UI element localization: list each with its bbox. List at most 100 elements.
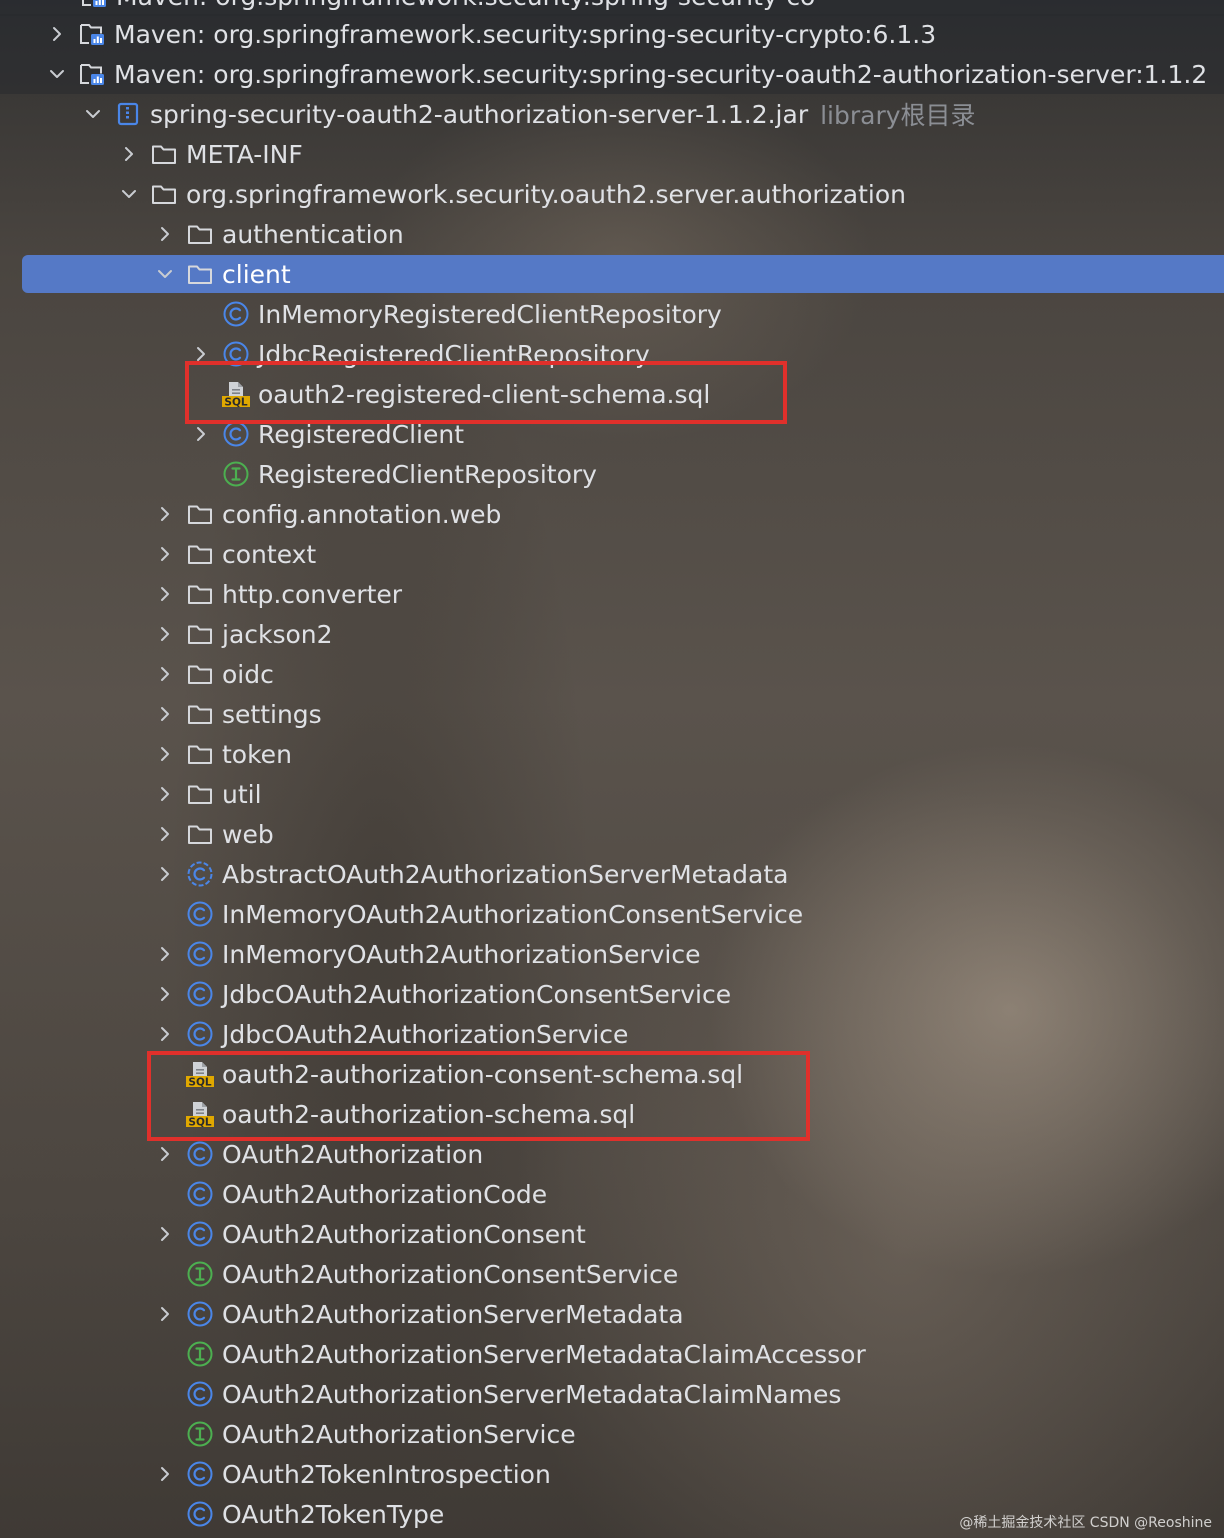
chevron-right-icon[interactable]	[154, 983, 176, 1005]
class-icon	[222, 300, 250, 328]
project-tree[interactable]: Maven: org.springframework.security:spri…	[0, 0, 1224, 1538]
tree-row-token-introspection[interactable]: OAuth2TokenIntrospection	[0, 1454, 1224, 1494]
tree-row-label: RegisteredClientRepository	[258, 459, 597, 489]
tree-row-claim-accessor[interactable]: OAuth2AuthorizationServerMetadataClaimAc…	[0, 1334, 1224, 1374]
tree-row-oauth2-authorization-service[interactable]: OAuth2AuthorizationService	[0, 1414, 1224, 1454]
tree-row-client[interactable]: client	[0, 254, 1224, 294]
tree-row-authorization-schema-sql[interactable]: SQL oauth2-authorization-schema.sql	[0, 1094, 1224, 1134]
tree-row-label: authentication	[222, 219, 404, 249]
tree-row-label: OAuth2TokenType	[222, 1499, 445, 1529]
tree-row-server-metadata[interactable]: OAuth2AuthorizationServerMetadata	[0, 1294, 1224, 1334]
tree-row-oauth2-authorization-code[interactable]: OAuth2AuthorizationCode	[0, 1174, 1224, 1214]
tree-row-token[interactable]: token	[0, 734, 1224, 774]
folder-icon	[186, 740, 214, 768]
tree-row-jdbc-authorization-service[interactable]: JdbcOAuth2AuthorizationService	[0, 1014, 1224, 1054]
tree-row-inmemory-registered-client-repository[interactable]: InMemoryRegisteredClientRepository	[0, 294, 1224, 334]
tree-row-label: settings	[222, 699, 322, 729]
tree-row-label: oauth2-registered-client-schema.sql	[258, 379, 711, 409]
tree-row-label: jackson2	[222, 619, 333, 649]
chevron-right-icon[interactable]	[118, 143, 140, 165]
chevron-right-icon[interactable]	[190, 343, 212, 365]
chevron-down-icon[interactable]	[82, 103, 104, 125]
chevron-right-icon[interactable]	[154, 1303, 176, 1325]
chevron-right-icon[interactable]	[154, 943, 176, 965]
class-icon	[222, 340, 250, 368]
tree-row-abstract-server-metadata[interactable]: AbstractOAuth2AuthorizationServerMetadat…	[0, 854, 1224, 894]
tree-row-label: oauth2-authorization-schema.sql	[222, 1099, 636, 1129]
folder-icon	[186, 700, 214, 728]
chevron-right-icon[interactable]	[154, 1143, 176, 1165]
class-icon	[186, 900, 214, 928]
watermark: @稀土掘金技术社区 CSDN @Reoshine	[959, 1515, 1212, 1531]
chevron-right-icon[interactable]	[154, 743, 176, 765]
tree-row-jdbc-consent-service[interactable]: JdbcOAuth2AuthorizationConsentService	[0, 974, 1224, 1014]
tree-row-label: oidc	[222, 659, 274, 689]
tree-row-jar[interactable]: spring-security-oauth2-authorization-ser…	[0, 94, 1224, 134]
tree-row-consent-schema-sql[interactable]: SQL oauth2-authorization-consent-schema.…	[0, 1054, 1224, 1094]
tree-row-config-annotation-web[interactable]: config.annotation.web	[0, 494, 1224, 534]
chevron-right-icon[interactable]	[46, 23, 68, 45]
tree-row-inmemory-authorization-service[interactable]: InMemoryOAuth2AuthorizationService	[0, 934, 1224, 974]
tree-row-auth-server[interactable]: Maven: org.springframework.security:spri…	[0, 54, 1224, 94]
tree-row-label: context	[222, 539, 317, 569]
chevron-right-icon[interactable]	[190, 423, 212, 445]
tree-row-label: InMemoryRegisteredClientRepository	[258, 299, 722, 329]
chevron-right-icon[interactable]	[154, 223, 176, 245]
tree-row-label: OAuth2AuthorizationConsent	[222, 1219, 586, 1249]
chevron-right-icon[interactable]	[154, 583, 176, 605]
chevron-right-icon[interactable]	[154, 823, 176, 845]
interface-icon	[186, 1260, 214, 1288]
tree-row-jackson2[interactable]: jackson2	[0, 614, 1224, 654]
tree-row-label: InMemoryOAuth2AuthorizationService	[222, 939, 701, 969]
tree-row-registered-client[interactable]: RegisteredClient	[0, 414, 1224, 454]
chevron-right-icon[interactable]	[154, 783, 176, 805]
chevron-right-icon[interactable]	[154, 863, 176, 885]
folder-icon	[150, 140, 178, 168]
chevron-right-icon[interactable]	[154, 1023, 176, 1045]
tree-row-authentication[interactable]: authentication	[0, 214, 1224, 254]
chevron-down-icon[interactable]	[118, 183, 140, 205]
sql-file-icon: SQL	[186, 1060, 214, 1088]
chevron-right-icon[interactable]	[154, 623, 176, 645]
tree-row-meta-inf[interactable]: META-INF	[0, 134, 1224, 174]
tree-row-package-root[interactable]: org.springframework.security.oauth2.serv…	[0, 174, 1224, 214]
interface-icon	[222, 460, 250, 488]
tree-row-claim-names[interactable]: OAuth2AuthorizationServerMetadataClaimNa…	[0, 1374, 1224, 1414]
tree-row-label: client	[222, 259, 291, 289]
chevron-right-icon[interactable]	[154, 1463, 176, 1485]
tree-row-http-converter[interactable]: http.converter	[0, 574, 1224, 614]
tree-row-label: AbstractOAuth2AuthorizationServerMetadat…	[222, 859, 789, 889]
chevron-down-icon[interactable]	[46, 63, 68, 85]
tree-row-oauth2-authorization[interactable]: OAuth2Authorization	[0, 1134, 1224, 1174]
chevron-down-icon[interactable]	[154, 263, 176, 285]
svg-text:SQL: SQL	[188, 1076, 211, 1088]
tree-row-jdbc-registered-client-repository[interactable]: JdbcRegisteredClientRepository	[0, 334, 1224, 374]
tree-row-registered-client-repository[interactable]: RegisteredClientRepository	[0, 454, 1224, 494]
folder-icon	[150, 180, 178, 208]
tree-row-settings[interactable]: settings	[0, 694, 1224, 734]
chevron-right-icon[interactable]	[154, 543, 176, 565]
tree-row-util[interactable]: util	[0, 774, 1224, 814]
tree-row-web[interactable]: web	[0, 814, 1224, 854]
chevron-right-icon[interactable]	[154, 703, 176, 725]
tree-row-crypto[interactable]: Maven: org.springframework.security:spri…	[0, 14, 1224, 54]
chevron-right-icon[interactable]	[154, 663, 176, 685]
tree-row-context[interactable]: context	[0, 534, 1224, 574]
tree-row-label: OAuth2AuthorizationServerMetadata	[222, 1299, 684, 1329]
tree-row-inmemory-consent-service[interactable]: InMemoryOAuth2AuthorizationConsentServic…	[0, 894, 1224, 934]
class-icon	[186, 980, 214, 1008]
jar-icon	[114, 100, 142, 128]
chevron-right-icon[interactable]	[154, 1223, 176, 1245]
library-icon	[80, 0, 108, 10]
tree-row-label: web	[222, 819, 274, 849]
interface-icon	[186, 1420, 214, 1448]
tree-row-oauth2-authorization-consent[interactable]: OAuth2AuthorizationConsent	[0, 1214, 1224, 1254]
tree-row-oauth2-consent-service[interactable]: OAuth2AuthorizationConsentService	[0, 1254, 1224, 1294]
tree-row-label: RegisteredClient	[258, 419, 465, 449]
tree-row-registered-client-schema-sql[interactable]: SQL oauth2-registered-client-schema.sql	[0, 374, 1224, 414]
folder-icon	[186, 540, 214, 568]
class-icon	[186, 1180, 214, 1208]
tree-row-label: Maven: org.springframework.security:spri…	[114, 59, 1208, 89]
tree-row-oidc[interactable]: oidc	[0, 654, 1224, 694]
chevron-right-icon[interactable]	[154, 503, 176, 525]
